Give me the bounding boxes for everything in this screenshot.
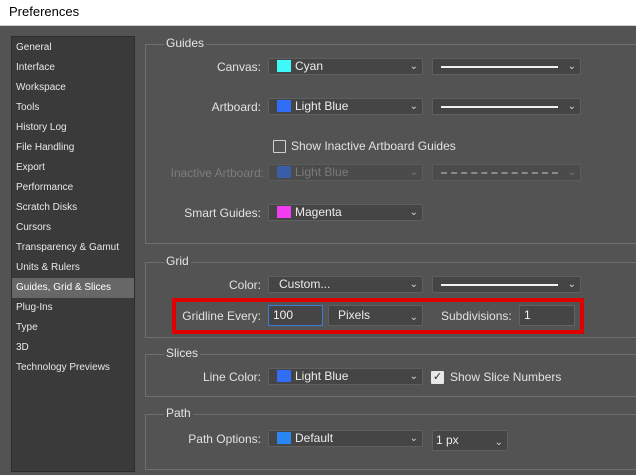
smart-guides-color-value: Magenta: [295, 205, 342, 219]
chevron-down-icon: ⌄: [567, 279, 576, 290]
chevron-down-icon: ⌄: [409, 279, 418, 290]
show-slice-numbers-label: Show Slice Numbers: [450, 370, 562, 384]
light-blue-swatch: [277, 100, 291, 112]
canvas-label: Canvas:: [216, 60, 261, 74]
artboard-color-dropdown[interactable]: Light Blue ⌄: [268, 98, 423, 115]
slice-line-color-value: Light Blue: [295, 369, 349, 383]
sidebar-item-type[interactable]: Type: [12, 318, 134, 338]
artboard-line-style-dropdown[interactable]: ⌄: [432, 98, 581, 115]
inactive-artboard-color-value: Light Blue: [295, 165, 349, 179]
grid-color-value: Custom...: [279, 277, 331, 291]
preferences-sidebar: General Interface Workspace Tools Histor…: [11, 36, 135, 472]
sidebar-item-interface[interactable]: Interface: [12, 58, 134, 78]
path-options-dropdown[interactable]: Default ⌄: [268, 430, 423, 447]
grid-section-title: Grid: [164, 254, 191, 268]
slice-line-color-dropdown[interactable]: Light Blue ⌄: [268, 368, 423, 385]
show-inactive-artboard-guides-label: Show Inactive Artboard Guides: [291, 139, 456, 153]
solid-line-style-icon: [441, 106, 558, 108]
grid-color-dropdown[interactable]: Custom... ⌄: [268, 276, 423, 293]
canvas-line-style-dropdown[interactable]: ⌄: [432, 58, 581, 75]
sidebar-item-tools[interactable]: Tools: [12, 98, 134, 118]
chevron-down-icon: ⌄: [409, 433, 418, 444]
chevron-down-icon: ⌄: [409, 61, 418, 72]
sidebar-item-export[interactable]: Export: [12, 158, 134, 178]
chevron-down-icon: ⌄: [567, 101, 576, 112]
light-blue-swatch: [277, 166, 291, 178]
chevron-down-icon: ⌄: [409, 207, 418, 218]
sidebar-item-plug-ins[interactable]: Plug-Ins: [12, 298, 134, 318]
chevron-down-icon: ⌄: [409, 101, 418, 112]
inactive-artboard-color-dropdown[interactable]: Light Blue ⌄: [268, 164, 423, 181]
chevron-down-icon: ⌄: [567, 167, 576, 178]
light-blue-swatch: [277, 370, 291, 382]
slices-section-title: Slices: [164, 346, 201, 360]
path-width-value: 1 px: [436, 433, 459, 447]
gridline-settings-highlight: [172, 298, 584, 334]
path-options-label: Path Options:: [188, 432, 261, 446]
canvas-color-dropdown[interactable]: Cyan ⌄: [268, 58, 423, 75]
blue-swatch: [277, 432, 291, 444]
sidebar-item-general[interactable]: General: [12, 38, 134, 58]
chevron-down-icon: ⌄: [409, 371, 418, 382]
artboard-color-value: Light Blue: [295, 99, 349, 113]
path-width-dropdown[interactable]: 1 px ⌄: [432, 430, 508, 451]
show-inactive-artboard-guides-checkbox[interactable]: [273, 140, 286, 153]
sidebar-item-workspace[interactable]: Workspace: [12, 78, 134, 98]
slice-line-color-label: Line Color:: [202, 370, 261, 384]
path-options-value: Default: [295, 431, 334, 445]
chevron-down-icon: ⌄: [409, 167, 418, 178]
sidebar-item-guides-grid-slices[interactable]: Guides, Grid & Slices: [12, 278, 134, 298]
sidebar-item-units-rulers[interactable]: Units & Rulers: [12, 258, 134, 278]
smart-guides-color-dropdown[interactable]: Magenta ⌄: [268, 204, 423, 221]
chevron-down-icon: ⌄: [567, 61, 576, 72]
sidebar-item-scratch-disks[interactable]: Scratch Disks: [12, 198, 134, 218]
canvas-color-value: Cyan: [295, 59, 324, 73]
sidebar-item-file-handling[interactable]: File Handling: [12, 138, 134, 158]
sidebar-item-performance[interactable]: Performance: [12, 178, 134, 198]
window-title: Preferences: [0, 0, 636, 26]
show-slice-numbers-checkbox[interactable]: ✓: [431, 371, 444, 384]
path-section-title: Path: [164, 406, 193, 420]
sidebar-item-history-log[interactable]: History Log: [12, 118, 134, 138]
solid-line-style-icon: [441, 284, 558, 286]
inactive-artboard-label: Inactive Artboard:: [170, 166, 264, 180]
grid-color-label: Color:: [228, 278, 261, 292]
magenta-swatch: [277, 206, 291, 218]
inactive-artboard-line-style-dropdown[interactable]: ⌄: [432, 164, 581, 181]
grid-line-style-dropdown[interactable]: ⌄: [432, 276, 581, 293]
chevron-down-icon: ⌄: [494, 437, 503, 448]
cyan-swatch: [277, 60, 291, 72]
dashed-line-style-icon: [441, 172, 558, 174]
sidebar-item-transparency-gamut[interactable]: Transparency & Gamut: [12, 238, 134, 258]
sidebar-item-3d[interactable]: 3D: [12, 338, 134, 358]
sidebar-item-cursors[interactable]: Cursors: [12, 218, 134, 238]
artboard-label: Artboard:: [211, 100, 261, 114]
sidebar-item-technology-previews[interactable]: Technology Previews: [12, 358, 134, 378]
guides-section-title: Guides: [164, 36, 207, 50]
solid-line-style-icon: [441, 66, 558, 68]
smart-guides-label: Smart Guides:: [184, 206, 261, 220]
